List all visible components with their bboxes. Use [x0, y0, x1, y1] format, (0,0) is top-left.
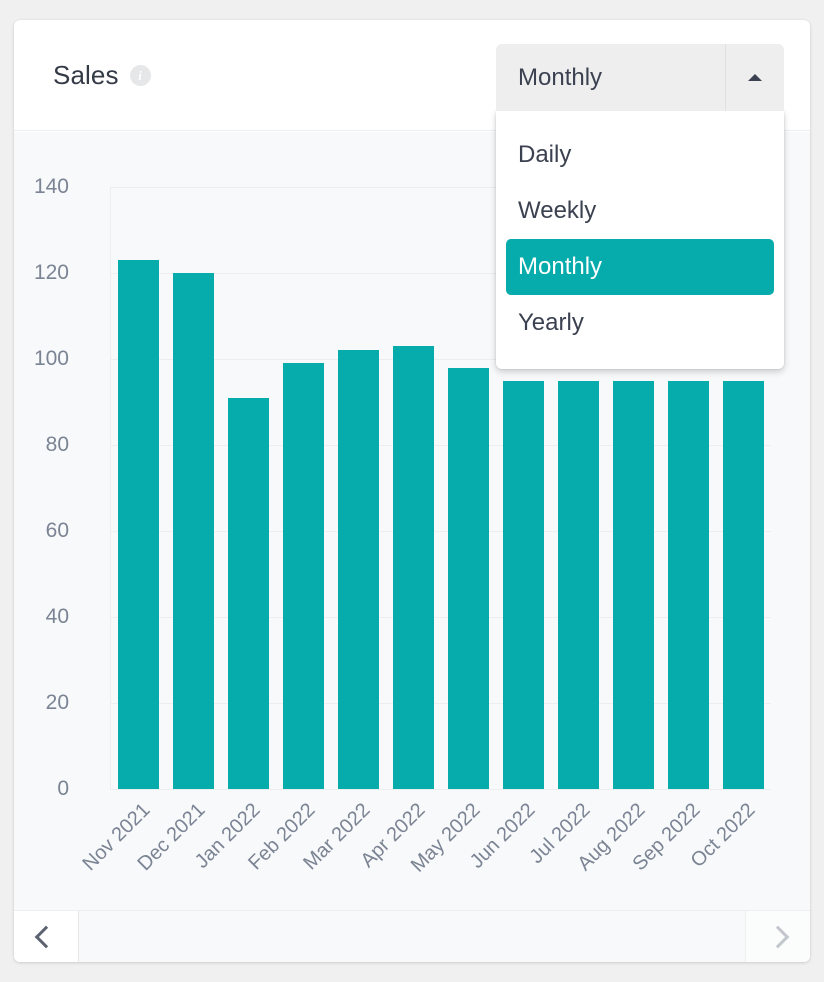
y-axis-tick-label: 60 — [45, 519, 69, 542]
bar[interactable] — [613, 380, 654, 789]
info-icon[interactable]: i — [129, 64, 151, 86]
y-axis-tick-label: 100 — [33, 347, 69, 370]
gridline — [110, 789, 771, 790]
dropdown-option-label: Monthly — [518, 253, 603, 280]
bar[interactable] — [173, 273, 214, 789]
title-group: Sales i — [53, 62, 151, 88]
chevron-left-icon — [34, 925, 58, 948]
dropdown-option-weekly[interactable]: Weekly — [506, 183, 774, 239]
y-axis-tick-label: 140 — [33, 175, 69, 198]
bar[interactable] — [283, 363, 324, 789]
dropdown-option-yearly[interactable]: Yearly — [506, 295, 774, 351]
sales-card: Sales i 0 20 40 60 80 100 120 140 Nov 2021 Dec 2… — [14, 20, 810, 962]
dropdown-option-label: Daily — [518, 141, 572, 168]
bar[interactable] — [228, 397, 269, 789]
granularity-dropdown-menu: Daily Weekly Monthly Yearly — [496, 111, 784, 369]
y-axis-tick-label: 120 — [33, 261, 69, 284]
dropdown-option-daily[interactable]: Daily — [506, 127, 774, 183]
next-page-button[interactable] — [745, 911, 810, 962]
caret-up-glyph — [748, 74, 762, 81]
page-title: Sales — [53, 60, 119, 90]
dropdown-option-label: Yearly — [518, 309, 584, 336]
chevron-right-icon — [766, 925, 790, 948]
bar[interactable] — [558, 380, 599, 789]
bar[interactable] — [448, 367, 489, 789]
bar[interactable] — [723, 380, 764, 789]
granularity-selected-value: Monthly — [518, 63, 603, 91]
caret-up-icon[interactable] — [725, 44, 784, 111]
card-footer — [14, 910, 810, 962]
y-axis-tick-label: 0 — [57, 777, 69, 800]
prev-page-button[interactable] — [14, 911, 79, 962]
granularity-dropdown: Monthly Daily Weekly Monthly Yearly — [496, 44, 784, 369]
granularity-dropdown-button[interactable]: Monthly — [496, 44, 784, 111]
dropdown-option-monthly[interactable]: Monthly — [506, 239, 774, 295]
y-axis-tick-label: 20 — [45, 691, 69, 714]
bar[interactable] — [118, 260, 159, 789]
bar[interactable] — [668, 380, 709, 789]
y-axis-tick-label: 40 — [45, 605, 69, 628]
bar[interactable] — [393, 346, 434, 789]
bar[interactable] — [503, 380, 544, 789]
dropdown-option-label: Weekly — [518, 197, 597, 224]
bar[interactable] — [338, 350, 379, 789]
y-axis-tick-label: 80 — [45, 433, 69, 456]
x-axis-tick-labels: Nov 2021 Dec 2021 Jan 2022 Feb 2022 Mar 2022… — [78, 793, 771, 903]
